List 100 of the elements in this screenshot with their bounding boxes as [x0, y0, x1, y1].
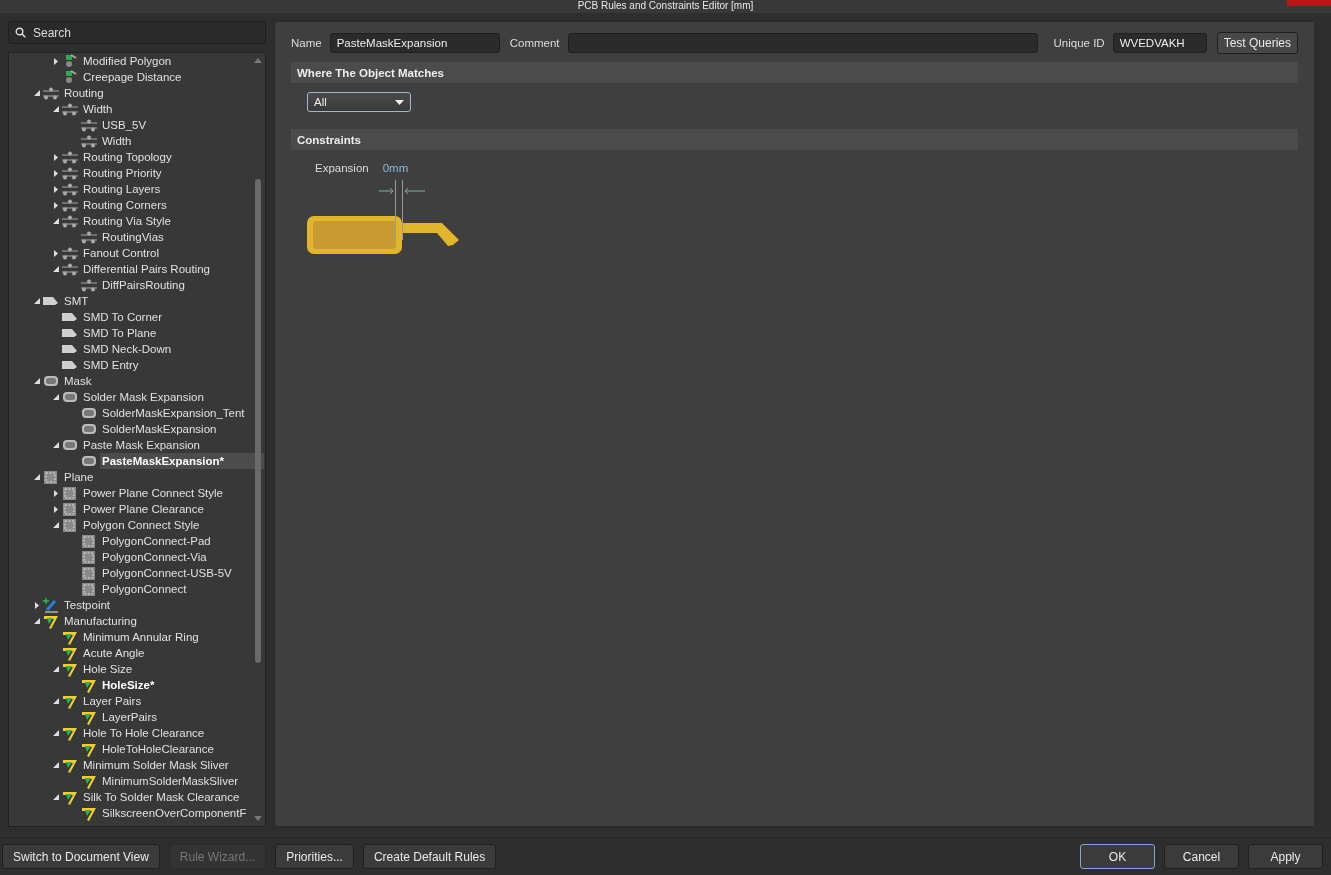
collapsed-arrow-icon[interactable] — [54, 153, 58, 161]
tree-item[interactable]: PasteMaskExpansion* — [100, 453, 265, 469]
tree-item[interactable]: HoleSize* — [100, 677, 157, 693]
tree-item[interactable]: Solder Mask Expansion — [81, 389, 206, 405]
tree-item[interactable]: SilkscreenOverComponentF — [100, 805, 249, 821]
tree-item[interactable]: PolygonConnect — [100, 581, 189, 597]
tree-item[interactable]: MinimumSolderMaskSliver — [100, 773, 241, 789]
dialog-button[interactable]: Cancel — [1164, 844, 1239, 869]
tree-item[interactable]: Power Plane Clearance — [81, 501, 206, 517]
dialog-button[interactable]: Switch to Document View — [2, 844, 160, 869]
tree-item[interactable]: Fanout Control — [81, 245, 162, 261]
comment-field[interactable] — [567, 32, 1038, 53]
routing-rule-icon — [62, 101, 78, 117]
tree-item[interactable]: Minimum Annular Ring — [81, 629, 201, 645]
routing-rule-icon — [62, 165, 78, 181]
comment-label: Comment — [509, 36, 560, 49]
tree-item[interactable]: Routing — [62, 85, 106, 101]
tree-item[interactable]: Layer Pairs — [81, 693, 144, 709]
tree-item[interactable]: Plane — [62, 469, 96, 485]
search-field[interactable]: Search — [8, 21, 266, 44]
name-label: Name — [291, 36, 322, 49]
tree-item[interactable]: SMD To Plane — [81, 325, 159, 341]
tree-item[interactable]: Hole Size — [81, 661, 135, 677]
expansion-value[interactable]: 0mm — [382, 162, 409, 174]
tree-item[interactable]: PolygonConnect-Via — [100, 549, 209, 565]
scrollbar-thumb[interactable] — [255, 179, 261, 663]
expanded-arrow-icon[interactable] — [53, 762, 59, 768]
routing-rule-icon — [62, 197, 78, 213]
rounded-pad-icon — [62, 437, 78, 453]
tree-item[interactable]: Testpoint — [62, 597, 113, 613]
tree-item[interactable]: RoutingVias — [100, 229, 166, 245]
tree-item[interactable]: Differential Pairs Routing — [81, 261, 212, 277]
scope-dropdown[interactable]: All — [307, 92, 411, 112]
tree-item[interactable]: Polygon Connect Style — [81, 517, 202, 533]
collapsed-arrow-icon[interactable] — [54, 185, 58, 193]
dialog-button[interactable]: Create Default Rules — [362, 844, 497, 869]
expanded-arrow-icon[interactable] — [34, 474, 40, 480]
expanded-arrow-icon[interactable] — [34, 618, 40, 624]
tree-item[interactable]: Routing Via Style — [81, 213, 173, 229]
tree-item[interactable]: Routing Priority — [81, 165, 164, 181]
expanded-arrow-icon[interactable] — [34, 298, 40, 304]
unique-id-field[interactable]: WVEDVAKH — [1112, 32, 1207, 53]
drill-icon — [62, 725, 78, 741]
collapsed-arrow-icon[interactable] — [35, 601, 39, 609]
scroll-up-icon[interactable] — [254, 58, 262, 63]
tree-item[interactable]: Hole To Hole Clearance — [81, 725, 207, 741]
tree-item[interactable]: USB_5V — [100, 117, 149, 133]
tree-item[interactable]: Routing Layers — [81, 181, 163, 197]
tree-item[interactable]: Minimum Solder Mask Sliver — [81, 757, 231, 773]
tree-item[interactable]: DiffPairsRouting — [100, 277, 187, 293]
tree-item[interactable]: LayerPairs — [100, 709, 159, 725]
scroll-down-icon[interactable] — [254, 816, 262, 821]
routing-rule-icon — [62, 245, 78, 261]
tree-item[interactable]: SolderMaskExpansion_Tent — [100, 405, 247, 421]
expanded-arrow-icon[interactable] — [53, 394, 59, 400]
expanded-arrow-icon[interactable] — [53, 106, 59, 112]
tree-item[interactable]: SMT — [62, 293, 91, 309]
expanded-arrow-icon[interactable] — [34, 378, 40, 384]
expanded-arrow-icon[interactable] — [34, 90, 40, 96]
collapsed-arrow-icon[interactable] — [54, 489, 58, 497]
tree-item[interactable]: Modified Polygon — [81, 53, 174, 69]
expanded-arrow-icon[interactable] — [53, 442, 59, 448]
tree-item[interactable]: Mask — [62, 373, 94, 389]
tree-item[interactable]: SMD To Corner — [81, 309, 165, 325]
collapsed-arrow-icon[interactable] — [54, 249, 58, 257]
tree-item[interactable]: HoleToHoleClearance — [100, 741, 216, 757]
tree-item[interactable]: SMD Neck-Down — [81, 341, 174, 357]
tree-item[interactable]: Manufacturing — [62, 613, 139, 629]
tree-item[interactable]: SolderMaskExpansion — [100, 421, 219, 437]
collapsed-arrow-icon[interactable] — [54, 505, 58, 513]
expanded-arrow-icon[interactable] — [53, 218, 59, 224]
tree-item[interactable]: PolygonConnect-Pad — [100, 533, 213, 549]
name-field[interactable]: PasteMaskExpansion — [329, 32, 500, 53]
dialog-button[interactable]: Apply — [1248, 844, 1323, 869]
tree-item[interactable]: Routing Topology — [81, 149, 174, 165]
tree-item[interactable]: Acute Angle — [81, 645, 147, 661]
expanded-arrow-icon[interactable] — [53, 522, 59, 528]
dialog-button[interactable]: OK — [1080, 844, 1155, 869]
tree-item[interactable]: Silk To Solder Mask Clearance — [81, 789, 242, 805]
expanded-arrow-icon[interactable] — [53, 666, 59, 672]
tree-item[interactable]: PolygonConnect-USB-5V — [100, 565, 234, 581]
tree-item[interactable]: Power Plane Connect Style — [81, 485, 225, 501]
collapsed-arrow-icon[interactable] — [54, 57, 58, 65]
expanded-arrow-icon[interactable] — [53, 730, 59, 736]
search-icon — [15, 27, 26, 38]
expanded-arrow-icon[interactable] — [53, 266, 59, 272]
tree-item[interactable]: Paste Mask Expansion — [81, 437, 202, 453]
tree-item[interactable]: Routing Corners — [81, 197, 169, 213]
tree-item[interactable]: Creepage Distance — [81, 69, 184, 85]
collapsed-arrow-icon[interactable] — [54, 201, 58, 209]
tree-item[interactable]: SMD Entry — [81, 357, 141, 373]
dialog-button[interactable]: Priorities... — [275, 844, 354, 869]
test-queries-button[interactable]: Test Queries — [1216, 31, 1298, 54]
drill-icon — [81, 773, 97, 789]
collapsed-arrow-icon[interactable] — [54, 169, 58, 177]
drill-icon — [62, 661, 78, 677]
tree-item[interactable]: Width — [81, 101, 115, 117]
expanded-arrow-icon[interactable] — [53, 794, 59, 800]
expanded-arrow-icon[interactable] — [53, 698, 59, 704]
tree-item[interactable]: Width — [100, 133, 134, 149]
